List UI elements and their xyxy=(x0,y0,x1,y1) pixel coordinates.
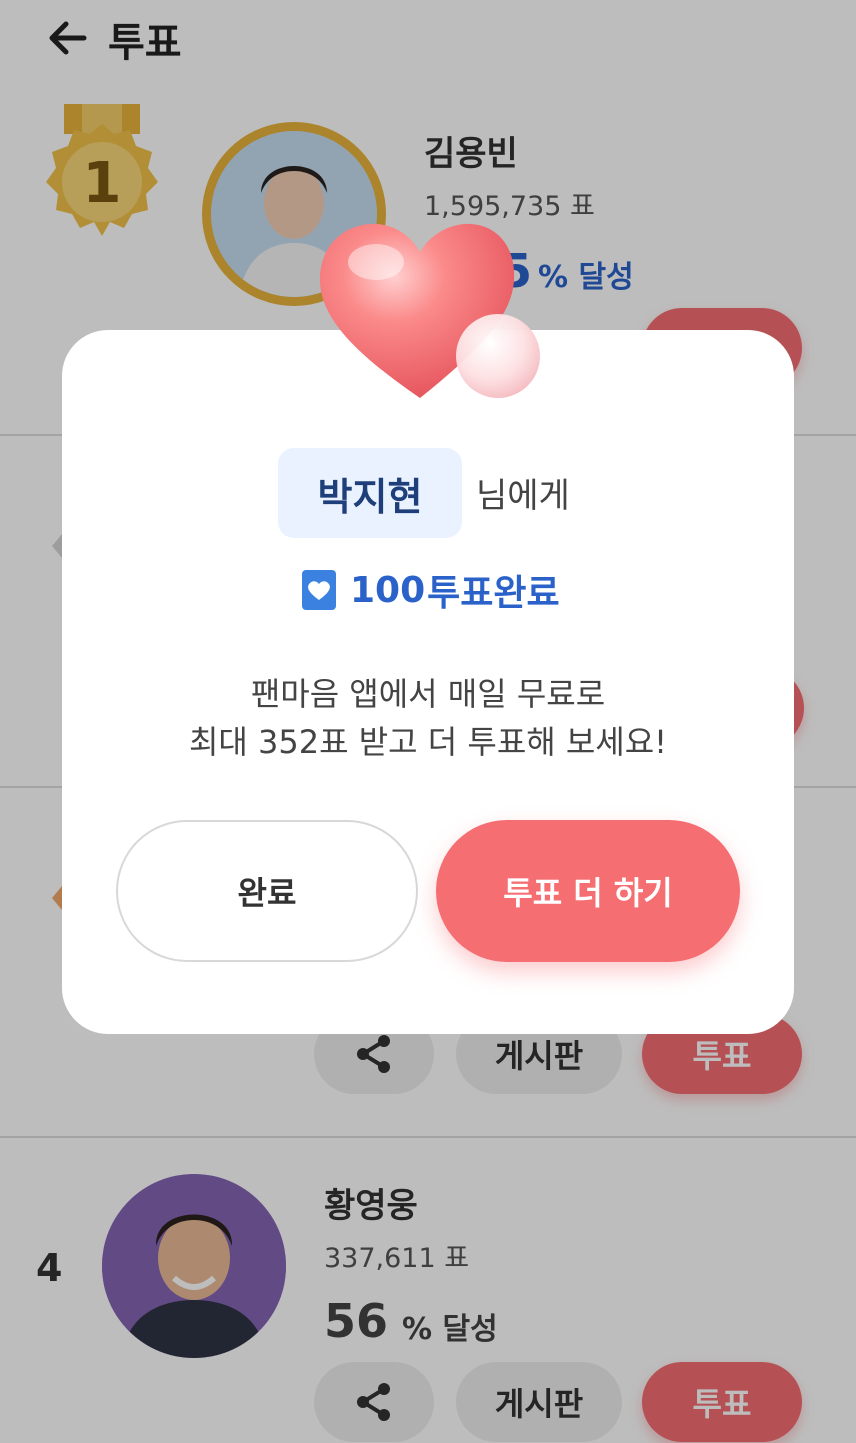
recipient-suffix: 님에게 xyxy=(476,476,570,516)
done-button[interactable]: 완료 xyxy=(116,820,418,962)
vote-done-row: 100 투표완료 xyxy=(302,566,560,614)
heart-icon xyxy=(319,223,540,398)
vote-complete-modal: 박지현 님에게 100 투표완료 팬마음 앱에서 매일 무료로 최대 352표 … xyxy=(62,330,794,1034)
vote-done-label: 투표완료 xyxy=(427,573,560,614)
modal-message: 팬마음 앱에서 매일 무료로 최대 352표 받고 더 투표해 보세요! xyxy=(62,670,794,766)
message-line-2: 최대 352표 받고 더 투표해 보세요! xyxy=(188,723,668,761)
vote-more-button[interactable]: 투표 더 하기 xyxy=(436,820,740,962)
vote-amount: 100 xyxy=(350,569,426,611)
message-line-1: 팬마음 앱에서 매일 무료로 xyxy=(250,675,606,713)
heart-ticket-icon xyxy=(302,570,336,610)
recipient-name: 박지현 xyxy=(278,448,462,538)
